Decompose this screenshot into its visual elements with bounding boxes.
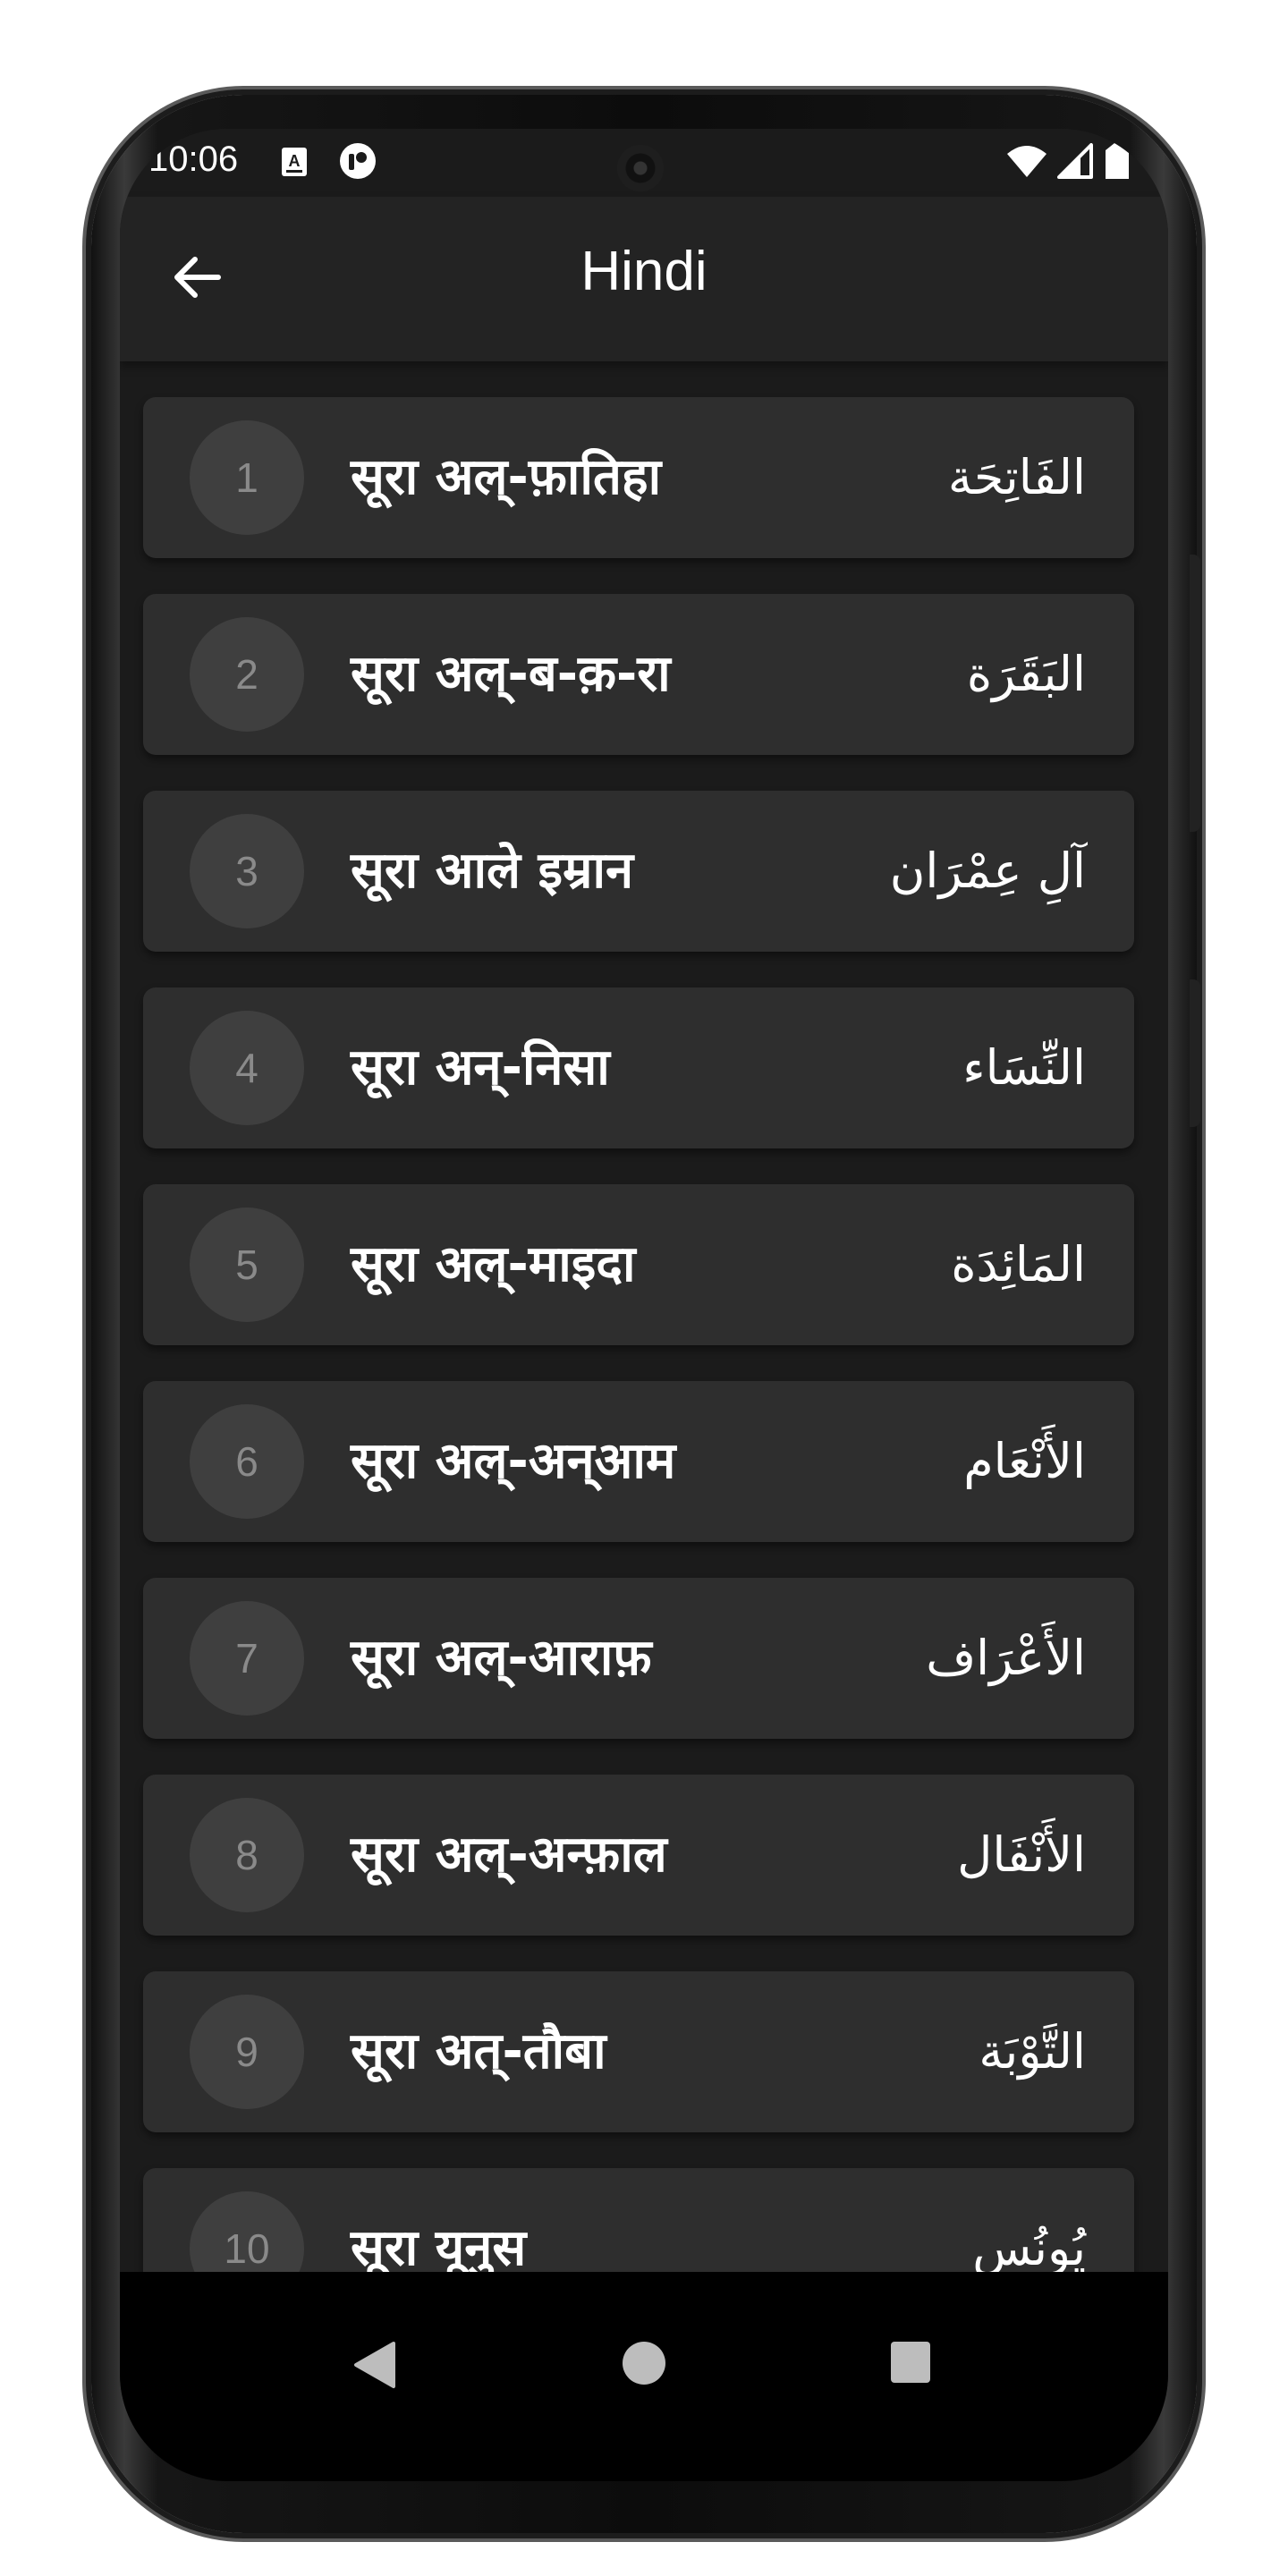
surah-item-4[interactable]: 4 सूरा अन्-निसा النِّسَاء — [143, 987, 1134, 1148]
recents-square-icon[interactable] — [889, 2340, 932, 2385]
surah-name-arabic: آلِ عِمْرَان — [889, 843, 1086, 899]
signal-icon — [1057, 143, 1093, 179]
svg-text:A: A — [289, 152, 301, 170]
back-triangle-icon[interactable] — [352, 2340, 397, 2390]
surah-name-hindi: सूरा अन्-निसा — [351, 1038, 610, 1097]
surah-name-arabic: الأَنْفَال — [957, 1826, 1086, 1883]
wifi-icon — [1007, 146, 1046, 177]
screen: 10:06 A Hindi 1 सूरा अल्-फ़ातिहा الفَاتِ… — [120, 129, 1168, 2481]
surah-name-arabic: يُونُس — [972, 2220, 1086, 2272]
surah-name-arabic: النِّسَاء — [962, 1039, 1086, 1096]
front-camera — [617, 145, 664, 191]
surah-number: 2 — [190, 617, 304, 732]
surah-name-arabic: البَقَرَة — [966, 646, 1086, 702]
surah-number: 7 — [190, 1601, 304, 1716]
surah-number: 1 — [190, 420, 304, 535]
status-time: 10:06 — [148, 140, 239, 179]
surah-name-hindi: सूरा अल्-ब-क़-रा — [351, 645, 671, 703]
surah-item-10[interactable]: 10 सूरा यूनुस يُونُس — [143, 2168, 1134, 2272]
surah-number: 10 — [190, 2191, 304, 2272]
surah-name-hindi: सूरा यूनुस — [351, 2219, 527, 2272]
surah-item-1[interactable]: 1 सूरा अल्-फ़ातिहा الفَاتِحَة — [143, 397, 1134, 558]
surah-number: 9 — [190, 1995, 304, 2109]
battery-icon — [1106, 143, 1129, 179]
system-nav-bar — [120, 2272, 1168, 2481]
app-bar: Hindi — [120, 197, 1168, 361]
surah-number: 5 — [190, 1208, 304, 1322]
home-circle-icon[interactable] — [621, 2340, 667, 2386]
app-notification-icon — [340, 143, 376, 179]
surah-item-9[interactable]: 9 सूरा अत्-तौबा التَّوْبَة — [143, 1971, 1134, 2132]
status-bar: 10:06 A — [120, 129, 1168, 197]
surah-number: 6 — [190, 1404, 304, 1519]
surah-name-arabic: الأَعْرَاف — [926, 1630, 1086, 1686]
volume-button — [1190, 979, 1200, 1127]
surah-name-arabic: الأَنْعَام — [963, 1433, 1086, 1489]
text-a-icon: A — [282, 148, 307, 176]
surah-name-hindi: सूरा अल्-फ़ातिहा — [351, 448, 662, 506]
surah-name-hindi: सूरा अल्-अन्आम — [351, 1432, 676, 1490]
surah-item-6[interactable]: 6 सूरा अल्-अन्आम الأَنْعَام — [143, 1381, 1134, 1542]
surah-name-hindi: सूरा अत्-तौबा — [351, 2022, 606, 2080]
surah-item-3[interactable]: 3 सूरा आले इम्रान آلِ عِمْرَان — [143, 791, 1134, 952]
surah-item-7[interactable]: 7 सूरा अल्-आराफ़ الأَعْرَاف — [143, 1578, 1134, 1739]
power-button — [1190, 555, 1200, 832]
surah-name-hindi: सूरा अल्-अन्फ़ाल — [351, 1826, 667, 1884]
surah-list[interactable]: 1 सूरा अल्-फ़ातिहा الفَاتِحَة 2 सूरा अल्… — [120, 361, 1168, 2272]
surah-item-8[interactable]: 8 सूरा अल्-अन्फ़ाल الأَنْفَال — [143, 1775, 1134, 1936]
surah-item-2[interactable]: 2 सूरा अल्-ब-क़-रा البَقَرَة — [143, 594, 1134, 755]
surah-item-5[interactable]: 5 सूरा अल्-माइदा المَائِدَة — [143, 1184, 1134, 1345]
surah-name-hindi: सूरा आले इम्रान — [351, 842, 634, 900]
page-title: Hindi — [580, 241, 708, 302]
surah-name-arabic: التَّوْبَة — [979, 2023, 1086, 2080]
surah-name-hindi: सूरा अल्-आराफ़ — [351, 1629, 652, 1687]
surah-name-hindi: सूरा अल्-माइदा — [351, 1235, 636, 1293]
surah-number: 8 — [190, 1798, 304, 1912]
surah-number: 3 — [190, 814, 304, 928]
surah-number: 4 — [190, 1011, 304, 1125]
surah-name-arabic: المَائِدَة — [951, 1236, 1086, 1292]
surah-name-arabic: الفَاتِحَة — [947, 449, 1086, 505]
